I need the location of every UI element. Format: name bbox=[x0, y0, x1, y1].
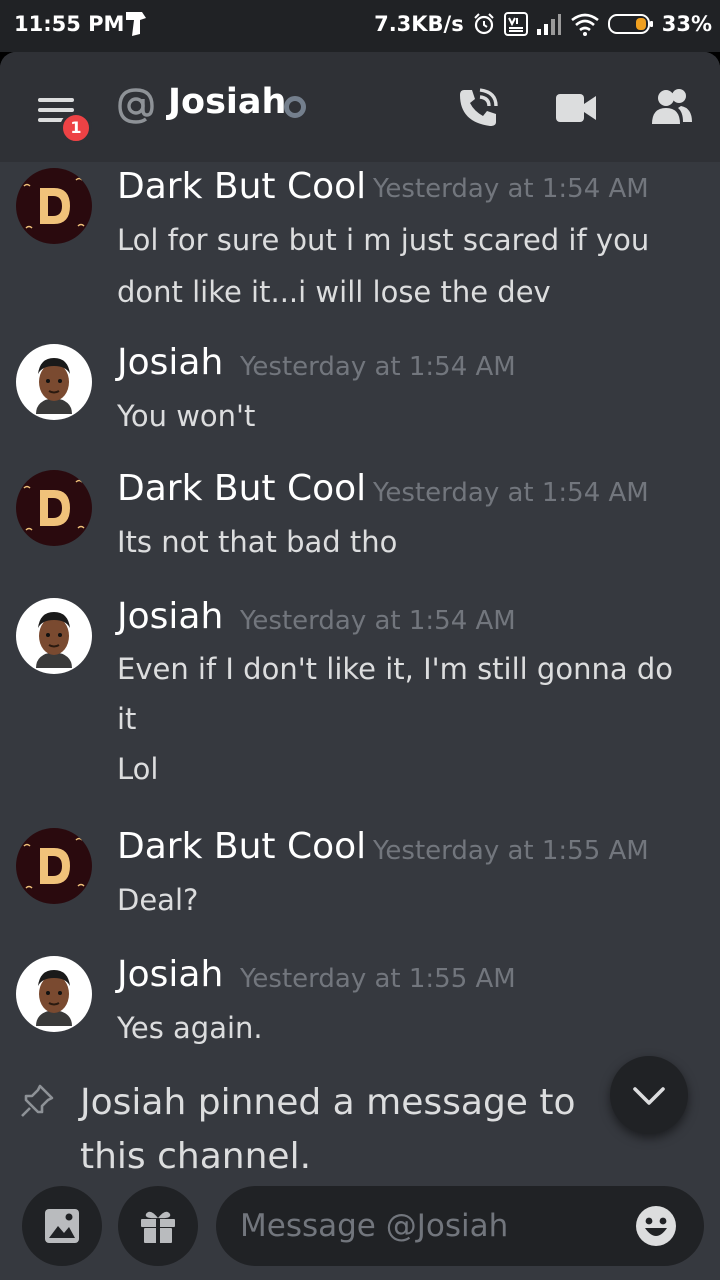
unread-badge: 1 bbox=[60, 112, 92, 144]
message-content: You won't bbox=[117, 390, 697, 442]
dark-but-cool-avatar-icon bbox=[16, 168, 92, 244]
alarm-icon bbox=[474, 13, 494, 35]
message-author[interactable]: Dark But Cool bbox=[117, 826, 366, 867]
voice-call-icon[interactable] bbox=[456, 86, 500, 130]
network-speed: 7.3KB/s bbox=[374, 12, 464, 36]
app-screen: 1 Josiah Dark But Cool Yesterday at 1:54… bbox=[0, 52, 720, 1280]
image-icon bbox=[45, 1209, 79, 1243]
message-author[interactable]: Dark But Cool bbox=[117, 166, 366, 207]
message-content: Deal? bbox=[117, 874, 697, 926]
message-author[interactable]: Josiah bbox=[117, 596, 223, 637]
message-input-container[interactable] bbox=[216, 1186, 704, 1266]
message-composer bbox=[0, 1182, 720, 1280]
message-content: Its not that bad tho bbox=[117, 516, 697, 568]
dark-but-cool-avatar-icon bbox=[16, 828, 92, 904]
avatar[interactable] bbox=[16, 828, 92, 904]
wifi-icon bbox=[570, 13, 599, 36]
message-content: Yes again. bbox=[117, 1002, 697, 1054]
emoji-icon[interactable] bbox=[634, 1204, 678, 1248]
message-author[interactable]: Josiah bbox=[117, 342, 223, 383]
message-list[interactable]: Dark But Cool Yesterday at 1:54 AM Lol f… bbox=[0, 162, 720, 1182]
message-line: You won't bbox=[117, 399, 256, 433]
message-timestamp: Yesterday at 1:54 AM bbox=[240, 606, 516, 636]
message-line: Yes again. bbox=[117, 1011, 263, 1045]
message-line: Its not that bad tho bbox=[117, 525, 398, 559]
message-timestamp: Yesterday at 1:54 AM bbox=[373, 478, 649, 508]
message-input[interactable] bbox=[240, 1200, 620, 1252]
message-line: Even if I don't like it, I'm still gonna… bbox=[117, 652, 673, 686]
status-time: 11:55 PM bbox=[14, 12, 125, 36]
battery-icon bbox=[607, 14, 653, 34]
message-line: dont like it...i will lose the dev bbox=[117, 275, 551, 309]
channel-header: 1 Josiah bbox=[0, 52, 720, 162]
avatar[interactable] bbox=[16, 344, 92, 420]
avatar[interactable] bbox=[16, 470, 92, 546]
message-line: it bbox=[117, 702, 137, 736]
jump-to-present-button[interactable] bbox=[610, 1056, 688, 1134]
avatar[interactable] bbox=[16, 598, 92, 674]
channel-title: Josiah bbox=[168, 82, 287, 122]
message-timestamp: Yesterday at 1:55 AM bbox=[240, 964, 516, 994]
status-bar: 11:55 PM 7.3KB/s 33% bbox=[0, 0, 720, 52]
attach-image-button[interactable] bbox=[22, 1186, 102, 1266]
status-offline-icon bbox=[284, 96, 306, 118]
message-line: Deal? bbox=[117, 883, 199, 917]
message-line: Lol bbox=[117, 752, 159, 786]
message-timestamp: Yesterday at 1:54 AM bbox=[240, 352, 516, 382]
gift-button[interactable] bbox=[118, 1186, 198, 1266]
message-author[interactable]: Josiah bbox=[117, 954, 223, 995]
message-content: Even if I don't like it, I'm still gonna… bbox=[117, 644, 697, 794]
josiah-avatar-icon bbox=[16, 956, 92, 1032]
battery-percent: 33% bbox=[661, 12, 712, 36]
josiah-avatar-icon bbox=[16, 344, 92, 420]
volte-icon bbox=[503, 12, 528, 36]
app-logo-icon bbox=[126, 12, 146, 36]
pin-icon bbox=[21, 1084, 54, 1117]
message-line: Lol for sure but i m just scared if you bbox=[117, 223, 650, 257]
system-message-text: Josiah pinned a message to this channel. bbox=[80, 1082, 576, 1177]
gift-icon bbox=[141, 1211, 175, 1243]
message-timestamp: Yesterday at 1:55 AM bbox=[373, 836, 649, 866]
message-author[interactable]: Dark But Cool bbox=[117, 468, 366, 509]
message-content: Lol for sure but i m just scared if you … bbox=[117, 214, 697, 318]
members-icon[interactable] bbox=[650, 86, 694, 126]
avatar[interactable] bbox=[16, 168, 92, 244]
video-call-icon[interactable] bbox=[554, 90, 598, 126]
message-timestamp: Yesterday at 1:54 AM bbox=[373, 174, 649, 204]
chevron-down-icon bbox=[633, 1087, 665, 1105]
avatar[interactable] bbox=[16, 956, 92, 1032]
signal-icon bbox=[536, 14, 561, 35]
josiah-avatar-icon bbox=[16, 598, 92, 674]
dark-but-cool-avatar-icon bbox=[16, 470, 92, 546]
at-icon bbox=[118, 88, 154, 124]
